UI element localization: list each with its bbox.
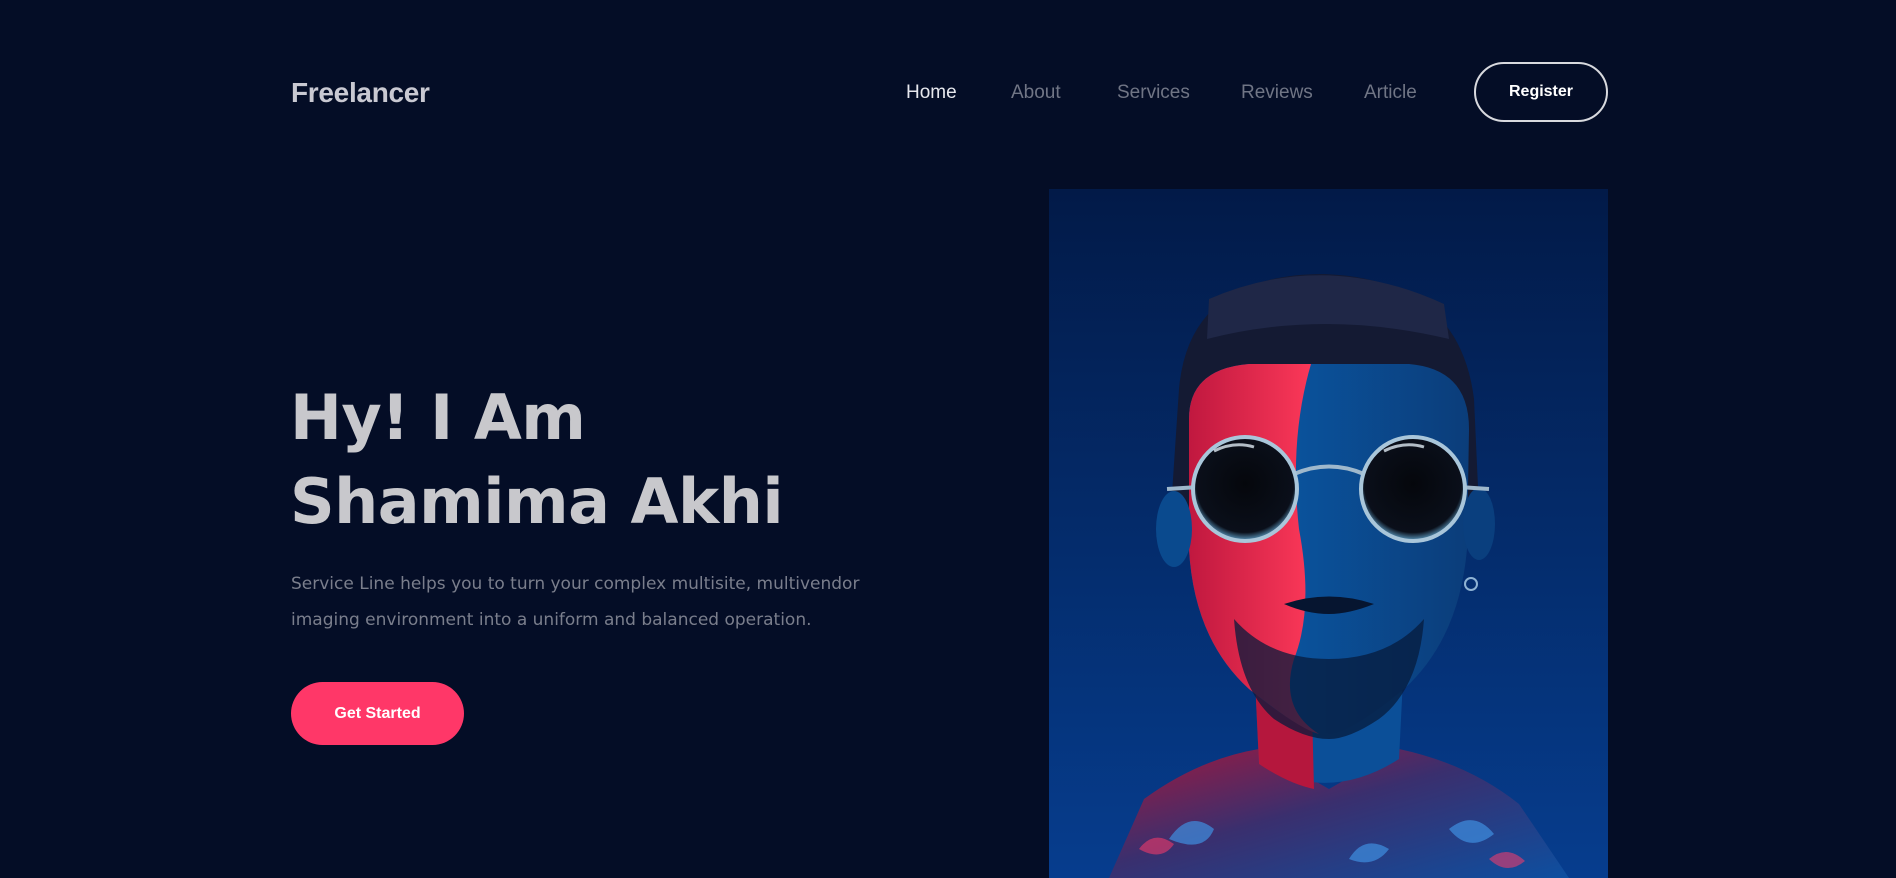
- nav-item-services[interactable]: Services: [1117, 78, 1190, 108]
- register-button[interactable]: Register: [1474, 62, 1608, 122]
- hero-description-line-2: imaging environment into a uniform and b…: [291, 610, 812, 630]
- hero-description: Service Line helps you to turn your comp…: [291, 566, 861, 638]
- landing-page: Freelancer Home About Services Reviews A…: [0, 0, 1896, 878]
- nav-item-reviews[interactable]: Reviews: [1241, 78, 1313, 108]
- nav-item-about[interactable]: About: [1011, 78, 1061, 108]
- hero-title-line-2: Shamima Akhi: [290, 465, 784, 538]
- nav-item-home[interactable]: Home: [906, 78, 957, 108]
- site-logo[interactable]: Freelancer: [291, 74, 430, 112]
- person-portrait-icon: [1049, 189, 1608, 878]
- nav-item-article[interactable]: Article: [1364, 78, 1417, 108]
- hero-description-line-1: Service Line helps you to turn your comp…: [291, 574, 860, 594]
- get-started-button[interactable]: Get Started: [291, 682, 464, 745]
- portrait-image: [1049, 189, 1608, 878]
- hero-title-line-1: Hy! I Am: [290, 381, 586, 454]
- hero-title: Hy! I Am Shamima Akhi: [290, 376, 784, 544]
